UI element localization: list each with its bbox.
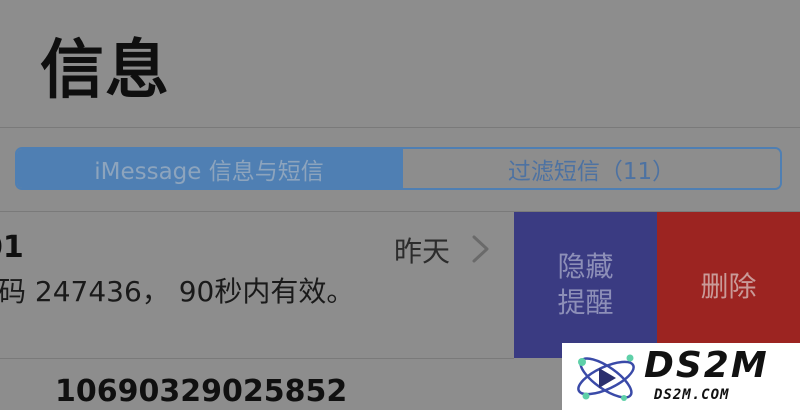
watermark-domain: DS2M.COM [654,387,730,403]
message-preview: 证码 247436， 90秒内有效。 [0,275,355,308]
hide-alerts-button[interactable]: 隐藏提醒 [514,212,657,358]
hide-alerts-label: 隐藏提醒 [557,250,614,319]
message-time: 昨天 [394,235,451,268]
messages-screen: 信息 iMessage 信息与短信 过滤短信（11） 01 证码 247436，… [0,0,800,410]
header-divider [0,127,800,128]
watermark-brand: DS2M [644,345,769,386]
segment-imessage[interactable]: iMessage 信息与短信 [17,149,401,188]
page-title: 信息 [40,34,170,108]
message-sender: 01 [0,230,24,265]
delete-button[interactable]: 删除 [657,212,800,358]
row-divider [0,358,514,359]
segment-filtered[interactable]: 过滤短信（11） [401,149,780,188]
watermark: DS2M DS2M.COM [562,343,800,410]
delete-label: 删除 [700,270,757,303]
atom-logo-icon [577,354,635,401]
filter-segmented-control[interactable]: iMessage 信息与短信 过滤短信（11） [15,147,782,190]
message-sender: 10690329025852 [55,374,348,409]
chevron-right-icon [472,235,489,263]
